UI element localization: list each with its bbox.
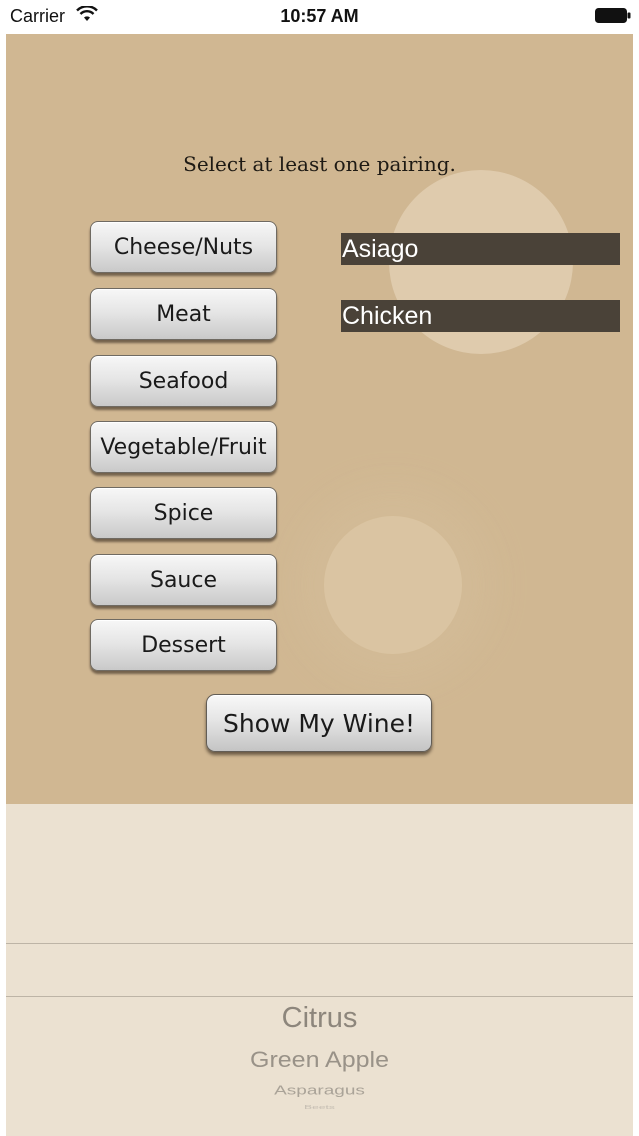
sauce-button[interactable]: Sauce bbox=[90, 554, 277, 606]
picker-item[interactable]: Asparagus bbox=[6, 1083, 633, 1098]
instruction-text: Select at least one pairing. bbox=[183, 152, 456, 176]
picker-item[interactable]: Beets bbox=[6, 1104, 633, 1110]
meat-selection-field[interactable]: Chicken bbox=[341, 300, 620, 332]
picker-item[interactable]: Citrus bbox=[6, 1002, 633, 1035]
picker-selection-line-top bbox=[6, 943, 633, 944]
picker-item[interactable]: Green Apple bbox=[6, 1047, 633, 1073]
spice-button[interactable]: Spice bbox=[90, 487, 277, 539]
cheese-nuts-button[interactable]: Cheese/Nuts bbox=[90, 221, 277, 273]
pairing-picker[interactable]: Citrus Green Apple Asparagus Beets bbox=[6, 804, 633, 1136]
pairing-panel: Select at least one pairing. Cheese/Nuts… bbox=[6, 34, 633, 804]
seafood-button[interactable]: Seafood bbox=[90, 355, 277, 407]
meat-button[interactable]: Meat bbox=[90, 288, 277, 340]
vegetable-fruit-button[interactable]: Vegetable/Fruit bbox=[90, 421, 277, 473]
status-bar: Carrier 10:57 AM bbox=[0, 0, 639, 34]
picker-selection-line-bottom bbox=[6, 996, 633, 997]
battery-icon bbox=[595, 8, 631, 23]
status-time: 10:57 AM bbox=[280, 6, 359, 26]
cheese-selection-field[interactable]: Asiago bbox=[341, 233, 620, 265]
show-my-wine-button[interactable]: Show My Wine! bbox=[206, 694, 432, 752]
dessert-button[interactable]: Dessert bbox=[90, 619, 277, 671]
decorative-circle bbox=[324, 516, 462, 654]
